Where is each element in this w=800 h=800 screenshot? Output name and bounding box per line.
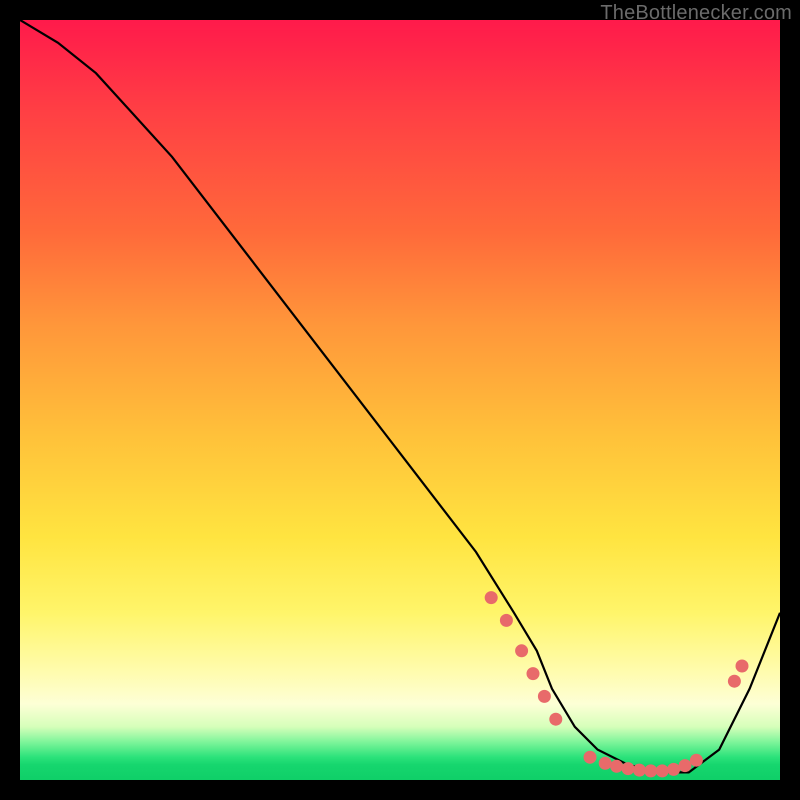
curve-marker [679,759,692,772]
curve-marker [622,762,635,775]
curve-layer [20,20,780,780]
curve-marker [610,760,623,773]
curve-marker [690,754,703,767]
curve-marker [599,757,612,770]
watermark-text: TheBottlenecker.com [600,2,792,25]
curve-marker [644,764,657,777]
curve-marker [549,713,562,726]
curve-marker [584,751,597,764]
curve-marker [485,591,498,604]
bottleneck-curve [20,20,780,772]
curve-marker [515,644,528,657]
curve-marker [728,675,741,688]
chart-frame: TheBottlenecker.com [0,0,800,800]
plot-area [20,20,780,780]
curve-marker [633,764,646,777]
curve-marker [538,690,551,703]
curve-marker [736,660,749,673]
curve-marker [667,763,680,776]
curve-marker [500,614,513,627]
curve-marker [656,764,669,777]
curve-markers [485,591,749,777]
curve-marker [527,667,540,680]
